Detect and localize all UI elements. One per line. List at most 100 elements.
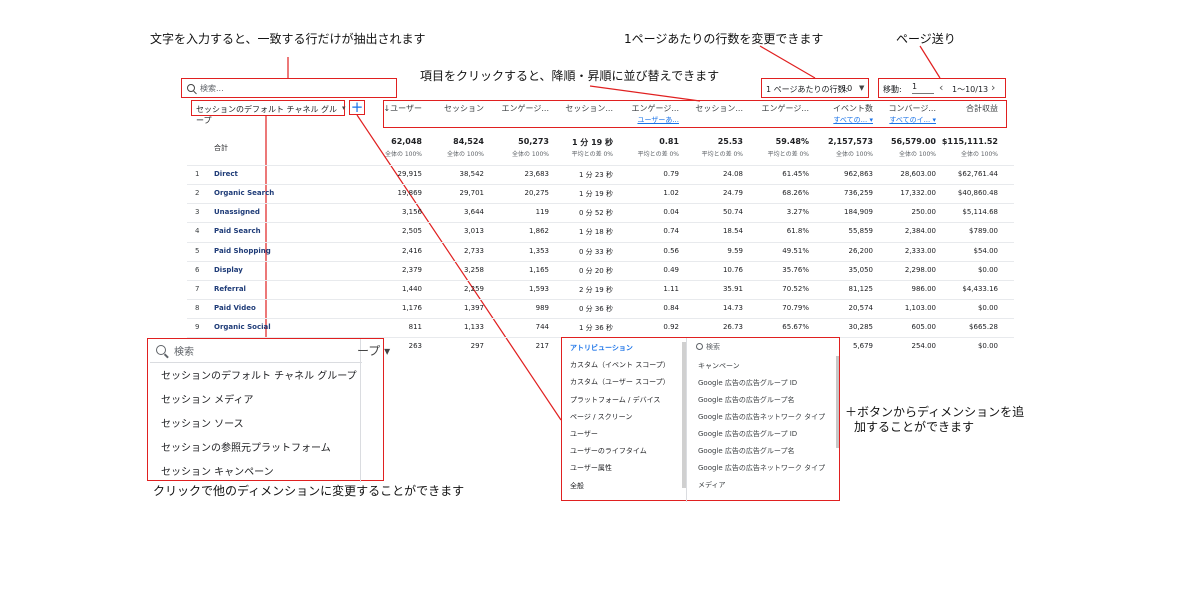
table-cell: 49.51% [782,247,809,255]
dimension-menu-search[interactable]: 検索 [174,343,194,358]
table-cell: 61.45% [782,170,809,178]
row-number: 5 [195,247,200,255]
table-cell: 119 [535,208,549,216]
dimension-caret-icon[interactable]: ▾ [342,104,346,112]
column-header-filter[interactable]: すべてのイ... ▾ [889,115,936,125]
search-icon [696,343,703,350]
category-scrollbar[interactable] [682,342,686,488]
dimension-option[interactable]: セッションのデフォルト チャネル グループ [161,367,357,382]
table-cell: 68.26% [782,189,809,197]
dimension-category[interactable]: カスタム（ユーザー スコープ） [570,377,670,387]
dimension-category[interactable]: ユーザーのライフタイム [570,446,647,456]
add-menu-search[interactable]: 検索 [706,342,720,352]
chevron-right-icon[interactable]: › [991,81,995,94]
table-cell: 9.59 [727,247,743,255]
table-cell: 3,258 [463,266,484,274]
table-cell: 0.04 [663,208,679,216]
dimension-category[interactable]: アトリビューション [570,343,633,353]
search-input[interactable]: 検索... [181,78,397,98]
table-cell: 35.91 [722,285,743,293]
goto-page-input[interactable]: 1 [912,82,934,94]
total-sub: 全体の 100% [384,151,422,158]
table-cell: 1,176 [401,304,422,312]
add-dimension-button[interactable]: + [349,100,365,115]
row-number: 4 [195,227,200,235]
column-header[interactable]: セッション [444,103,484,114]
table-cell: 0.84 [663,304,679,312]
table-cell: 1.02 [663,189,679,197]
dimension-item[interactable]: Google 広告の広告グループ ID [698,378,797,388]
column-header-filter[interactable]: ユーザーあ... [637,115,679,125]
dimension-category[interactable]: プラットフォーム / デバイス [570,395,660,405]
column-header[interactable]: エンゲージ... [632,103,679,114]
rows-per-page-value: 10 [842,84,853,93]
column-header-filter[interactable]: すべての... ▾ [833,115,873,125]
row-label[interactable]: Referral [214,285,246,293]
row-label[interactable]: Direct [214,170,238,178]
table-cell: 29,701 [459,189,485,197]
menu-scrollbar[interactable] [360,339,361,482]
table-cell: 35,050 [848,266,874,274]
dimension-option[interactable]: セッションの参照元プラットフォーム [161,439,331,454]
dimension-option[interactable]: セッション キャンペーン [161,463,274,478]
search-icon [156,345,166,355]
column-header[interactable]: イベント数 [833,103,873,114]
note-change-dimension: クリックで他のディメンションに変更することができます [153,484,465,498]
dimension-item[interactable]: Google 広告の広告ネットワーク タイプ [698,463,825,473]
dimension-option[interactable]: セッション ソース [161,415,244,430]
table-cell: 20,275 [524,189,550,197]
row-divider [187,165,1014,166]
row-number: 9 [195,323,200,331]
table-cell: 3,156 [401,208,422,216]
column-header[interactable]: セッション... [565,103,613,114]
dimension-item[interactable]: Google 広告の広告ネットワーク タイプ [698,412,825,422]
row-label[interactable]: Paid Shopping [214,247,271,255]
total-sub: 平均との差 0% [701,151,743,158]
table-cell: 1 分 19 秒 [578,190,613,198]
total-sub: 全体の 100% [835,151,873,158]
table-cell: 1 分 36 秒 [578,324,613,332]
dimension-item[interactable]: メディア [698,480,726,490]
table-cell: 29,915 [397,170,423,178]
row-label[interactable]: Paid Search [214,227,261,235]
dimension-option[interactable]: セッション メディア [161,391,253,406]
dimension-menu: 検索 セッションのデフォルト チャネル グループ セッション メディア セッション … [147,338,384,482]
dimension-item[interactable]: Google 広告の広告グループ名 [698,395,795,405]
column-header[interactable]: コンバージ... [889,103,936,114]
dimension-category[interactable]: 全般 [570,481,584,491]
dimension-item[interactable]: キャンペーン [698,361,740,371]
dimension-item[interactable]: Google 広告の広告グループ ID [698,429,797,439]
table-cell: 811 [408,323,422,331]
search-placeholder: 検索... [200,84,224,93]
dimension-item[interactable]: Google 広告の広告グループ名 [698,446,795,456]
row-label[interactable]: Unassigned [214,208,260,216]
table-cell: 24.79 [722,189,743,197]
dimension-category[interactable]: ユーザー [570,429,598,439]
column-header[interactable]: セッション... [695,103,743,114]
table-cell: 10.76 [722,266,743,274]
total-value: 56,579.00 [890,137,936,146]
table-cell: 2,259 [463,285,484,293]
row-label[interactable]: Paid Video [214,304,256,312]
table-cell: 23,683 [524,170,550,178]
dimension-category[interactable]: ユーザー属性 [570,463,612,473]
table-cell: 254.00 [911,342,937,350]
column-header[interactable]: エンゲージ... [762,103,809,114]
dimension-category[interactable]: ページ / スクリーン [570,412,632,422]
row-label[interactable]: Display [214,266,243,274]
table-cell: 962,863 [844,170,873,178]
row-divider [187,299,1014,300]
row-label[interactable]: Organic Social [214,323,271,331]
column-header[interactable]: ↓ユーザー [383,103,422,114]
column-header[interactable]: エンゲージ... [502,103,549,114]
dimension-category[interactable]: カスタム（イベント スコープ） [570,360,670,370]
item-scrollbar[interactable] [836,356,839,448]
column-header[interactable]: 合計収益 [966,103,998,114]
row-number: 6 [195,266,200,274]
row-label[interactable]: Organic Search [214,189,274,197]
chevron-left-icon[interactable]: ‹ [939,81,943,94]
dimension-selector[interactable]: セッションのデフォルト チャネル グループ [191,100,345,125]
table-cell: 19,869 [397,189,423,197]
note-add-dimension-2: 加することができます [854,420,975,434]
rows-per-page-select[interactable]: 1 ページあたりの行数: 10 ▼ [761,78,869,98]
